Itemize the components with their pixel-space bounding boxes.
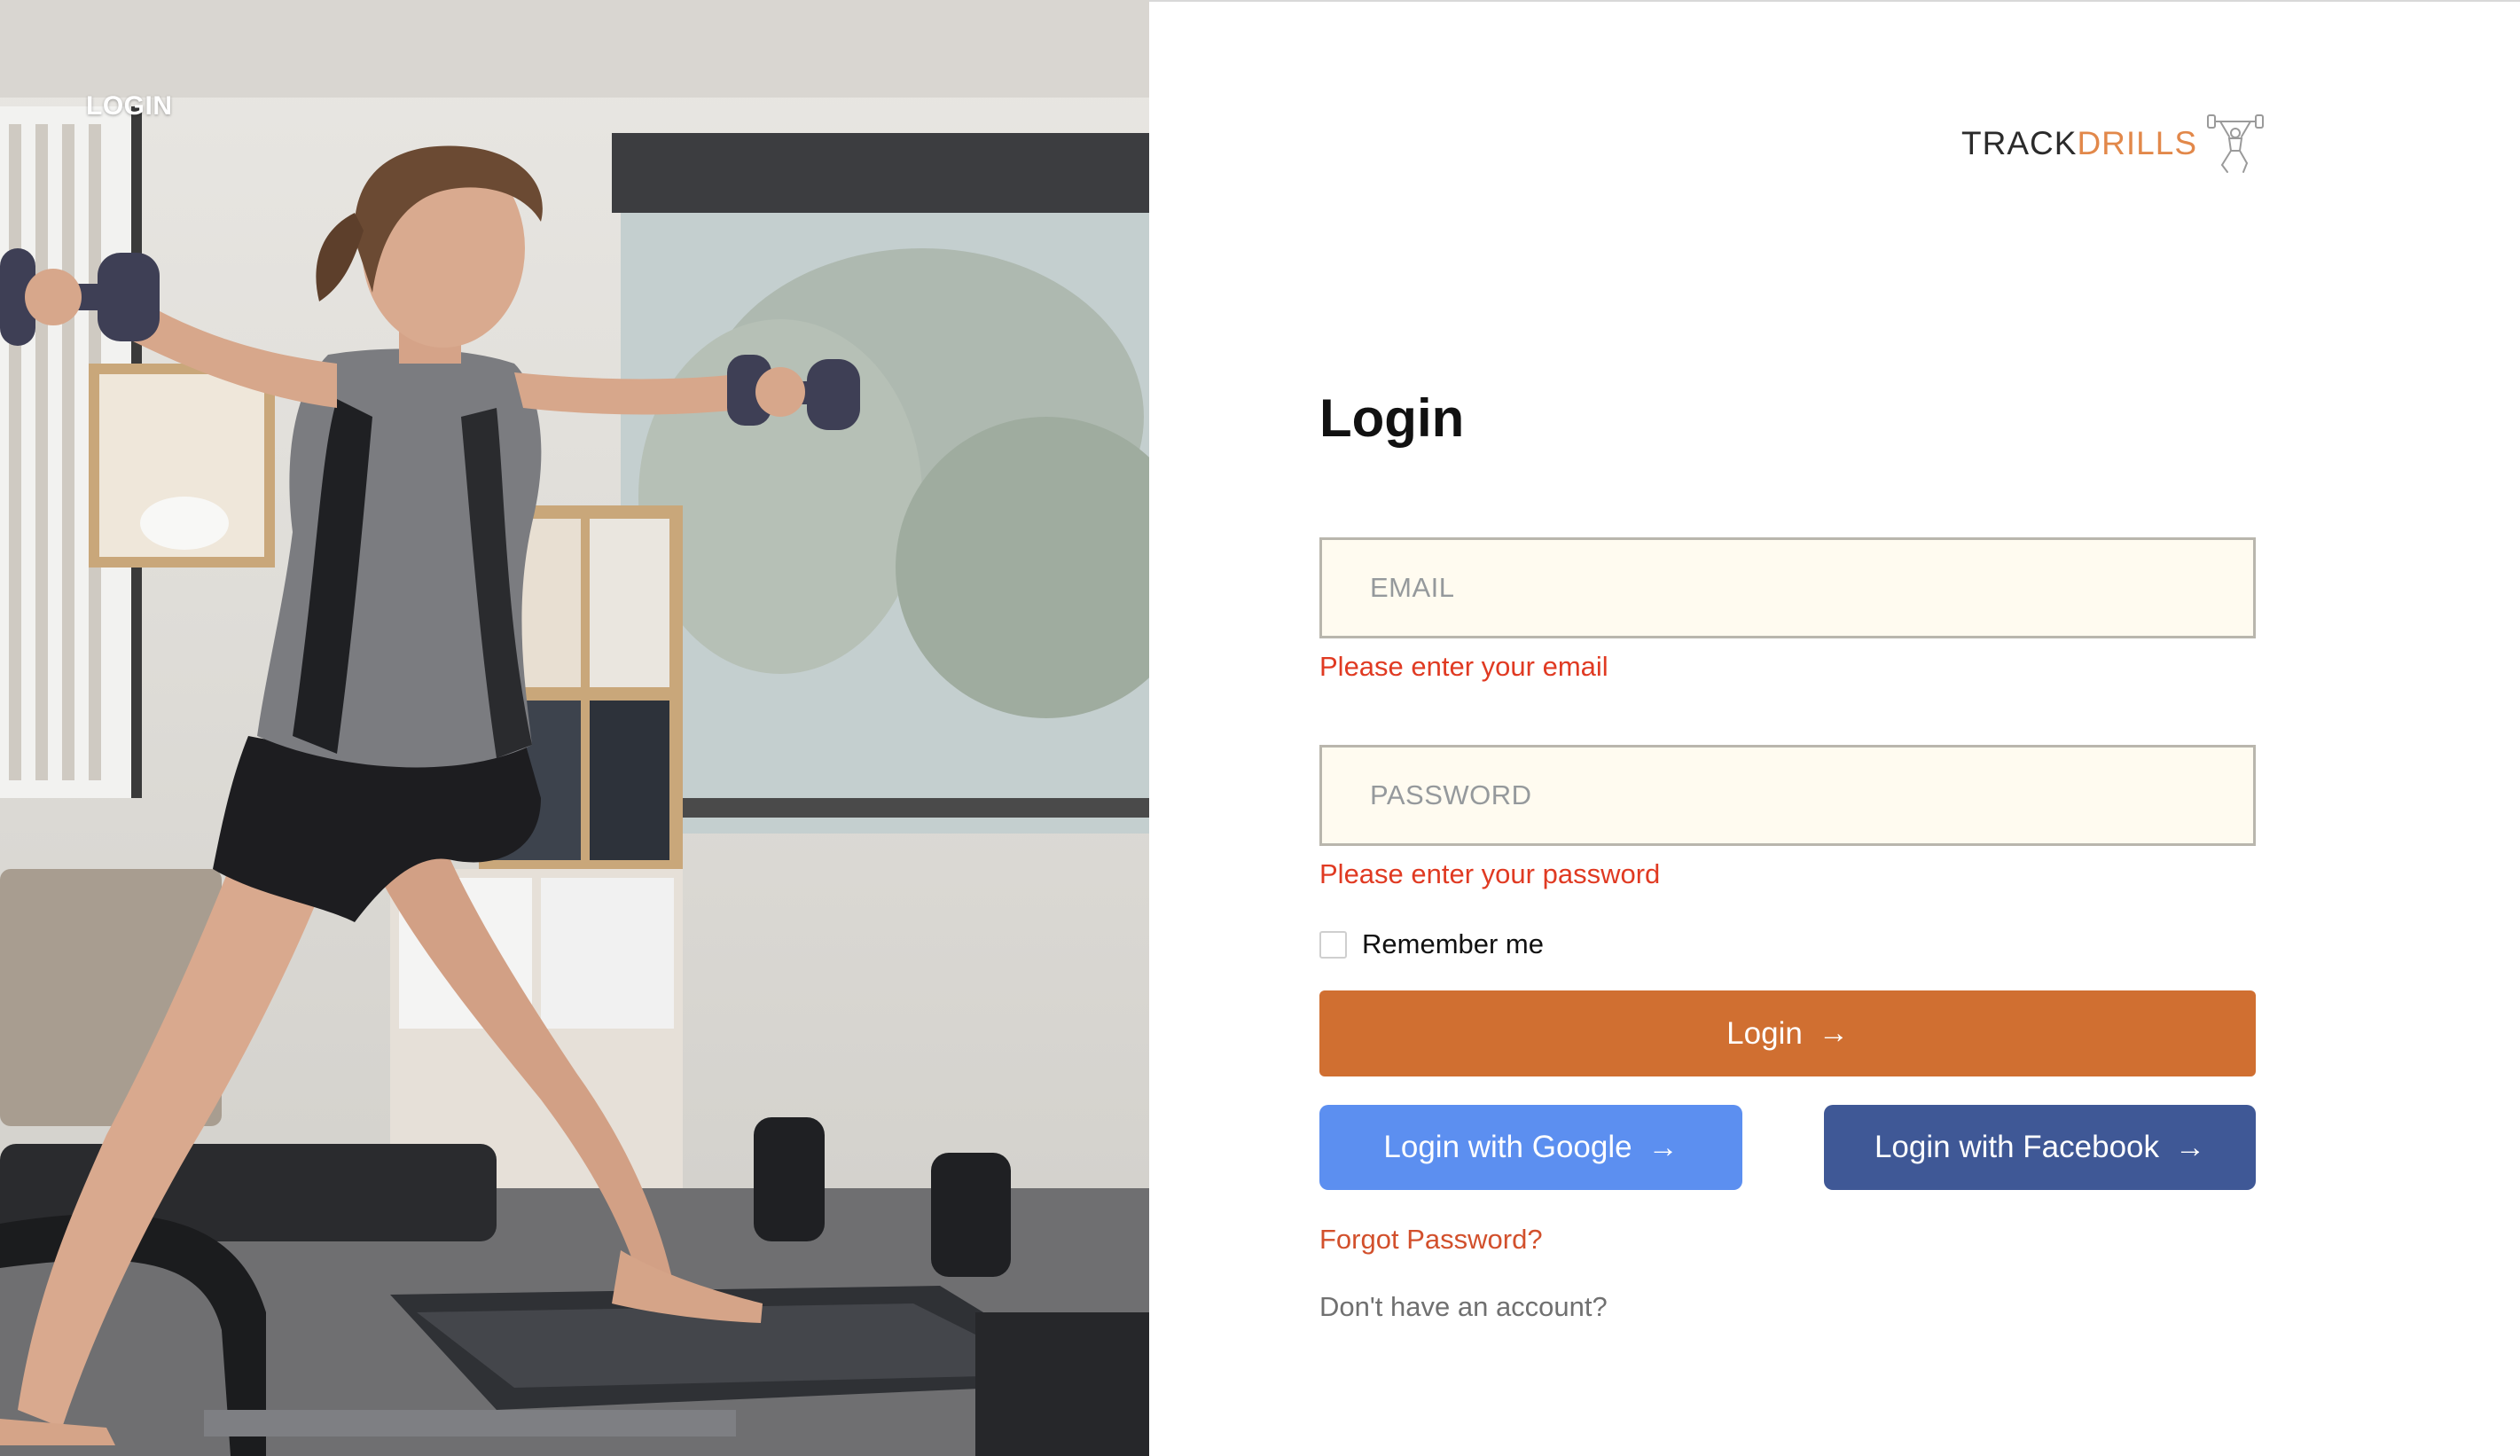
google-login-button[interactable]: Login with Google → xyxy=(1319,1105,1742,1190)
google-login-label: Login with Google xyxy=(1383,1130,1632,1164)
remember-me-row[interactable]: Remember me xyxy=(1319,927,2256,962)
facebook-login-button[interactable]: Login with Facebook → xyxy=(1824,1105,2256,1190)
brand-name-primary: TRACK xyxy=(1961,125,2078,161)
password-error: Please enter your password xyxy=(1319,858,1661,889)
page-title: Login xyxy=(1319,388,1465,448)
brand-name-accent: DRILLS xyxy=(2077,125,2197,161)
brand-logo[interactable]: TRACKDRILLS xyxy=(1961,112,2265,176)
login-button[interactable]: Login → xyxy=(1319,990,2256,1076)
hero-login-label: LOGIN xyxy=(86,91,173,121)
facebook-login-label: Login with Facebook xyxy=(1874,1130,2160,1164)
remember-me-checkbox[interactable] xyxy=(1319,930,1347,959)
login-panel: TRACKDRILLS Login EMAIL Please enter you… xyxy=(1149,0,2520,1456)
arrow-right-icon: → xyxy=(1647,1130,1679,1164)
forgot-password-link[interactable]: Forgot Password? xyxy=(1319,1224,2256,1256)
arrow-right-icon: → xyxy=(2175,1130,2206,1164)
arrow-right-icon: → xyxy=(1818,1016,1849,1050)
weightlifter-icon xyxy=(2207,114,2264,173)
login-button-label: Login xyxy=(1726,1015,1803,1051)
password-field[interactable] xyxy=(1319,745,2256,846)
remember-me-label[interactable]: Remember me xyxy=(1362,928,1544,960)
hero-image: LOGIN xyxy=(0,0,1149,1456)
brand-name: TRACKDRILLS xyxy=(1961,125,2197,162)
login-page: LOGIN TRACKDRILLS Login EMAIL Please ent… xyxy=(0,0,2520,1456)
signup-link[interactable]: Don't have an account? xyxy=(1319,1291,2256,1323)
email-error: Please enter your email xyxy=(1319,651,1608,682)
login-form: Login Please enter your email Please ent… xyxy=(1319,392,2256,1323)
email-field[interactable] xyxy=(1319,537,2256,638)
fitness-photo xyxy=(0,0,1149,1456)
social-login-row: Login with Google → Login with Facebook … xyxy=(1319,1105,2256,1190)
